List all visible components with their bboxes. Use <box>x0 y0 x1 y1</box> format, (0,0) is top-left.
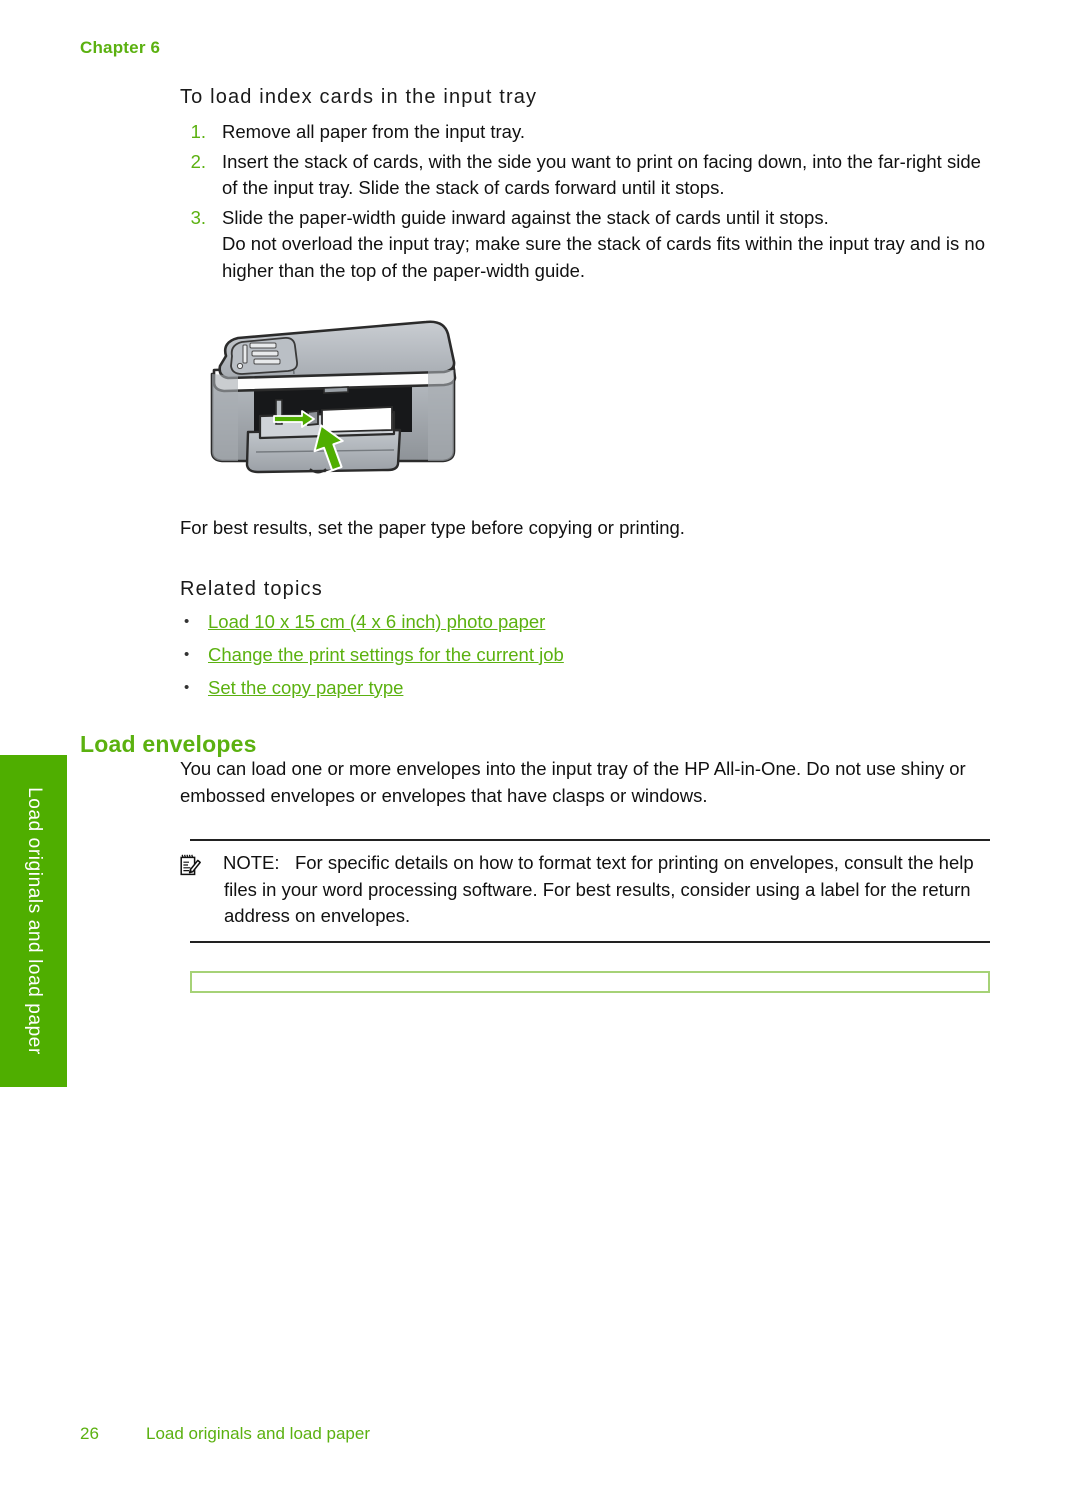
note-text: NOTE: For specific details on how to for… <box>190 850 990 930</box>
footer: 26 Load originals and load paper <box>80 1424 370 1444</box>
side-tab-label: Load originals and load paper <box>23 787 45 1055</box>
note-box: NOTE: For specific details on how to for… <box>180 839 990 943</box>
step-number: 2. <box>190 150 206 172</box>
related-link[interactable]: Load 10 x 15 cm (4 x 6 inch) photo paper <box>208 611 545 632</box>
bullet-icon: • <box>184 645 190 663</box>
note-body: For specific details on how to format te… <box>224 852 974 926</box>
list-item: • Load 10 x 15 cm (4 x 6 inch) photo pap… <box>180 607 990 638</box>
step-text: Insert the stack of cards, with the side… <box>222 150 981 199</box>
related-topics-list: • Load 10 x 15 cm (4 x 6 inch) photo pap… <box>180 607 990 704</box>
best-results-paragraph: For best results, set the paper type bef… <box>180 517 685 538</box>
bullet-icon: • <box>184 678 190 696</box>
step-note: Do not overload the input tray; make sur… <box>222 233 986 281</box>
placeholder-box <box>190 970 990 993</box>
index-cards-heading: To load index cards in the input tray <box>180 86 538 108</box>
step-number: 3. <box>190 206 206 228</box>
printer-illustration <box>198 312 990 487</box>
note-bottom-rule <box>190 940 990 943</box>
load-envelopes-intro: You can load one or more envelopes into … <box>180 758 966 806</box>
step-number: 1. <box>190 121 206 142</box>
related-link[interactable]: Change the print settings for the curren… <box>208 644 564 665</box>
step-text: Slide the paper-width guide inward again… <box>222 206 829 228</box>
list-item: 2. Insert the stack of cards, with the s… <box>180 149 990 202</box>
index-cards-section: To load index cards in the input tray 1.… <box>180 86 990 706</box>
footer-section-title: Load originals and load paper <box>146 1424 371 1443</box>
side-tab: Load originals and load paper <box>0 755 67 1087</box>
chapter-label: Chapter 6 <box>80 38 161 57</box>
page-title: Load envelopes <box>80 731 257 758</box>
list-item: • Set the copy paper type <box>180 673 990 704</box>
list-item: 1. Remove all paper from the input tray. <box>180 119 990 146</box>
load-envelopes-section: You can load one or more envelopes into … <box>180 756 990 993</box>
list-item: • Change the print settings for the curr… <box>180 640 990 671</box>
index-cards-steps: 1. Remove all paper from the input tray.… <box>180 119 990 284</box>
control-panel <box>230 337 298 375</box>
related-topics-heading: Related topics <box>180 577 323 600</box>
list-item: 3. Slide the paper-width guide inward ag… <box>180 205 990 285</box>
page-number: 26 <box>80 1424 99 1443</box>
step-text: Remove all paper from the input tray. <box>222 121 525 142</box>
bullet-icon: • <box>184 612 190 630</box>
note-spacer <box>280 852 295 873</box>
related-link[interactable]: Set the copy paper type <box>208 677 403 698</box>
note-icon <box>178 853 202 877</box>
note-label: NOTE: <box>223 852 280 873</box>
